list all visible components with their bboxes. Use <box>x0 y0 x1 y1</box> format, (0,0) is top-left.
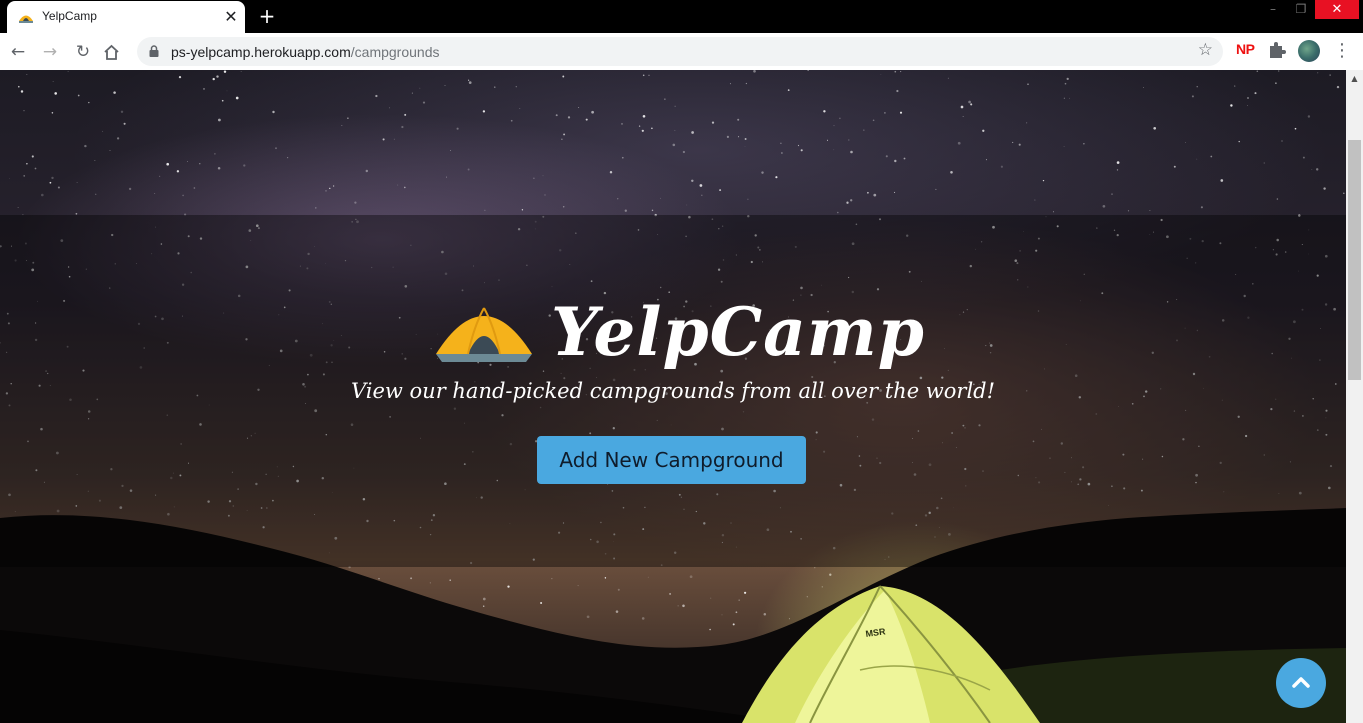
page-viewport: MSR YelpCamp View our hand-picked campgr… <box>0 70 1346 723</box>
scrollbar-thumb[interactable] <box>1348 140 1361 380</box>
np-extension-icon[interactable]: NP <box>1236 41 1255 57</box>
home-icon[interactable] <box>103 44 120 61</box>
hero-subtitle: View our hand-picked campgrounds from al… <box>350 379 996 403</box>
browser-toolbar: ← → ↻ ps-yelpcamp.herokuapp.com/campgrou… <box>0 33 1363 70</box>
forward-arrow-icon[interactable]: → <box>37 39 63 65</box>
reload-icon[interactable]: ↻ <box>70 39 96 65</box>
scroll-up-arrow-icon[interactable]: ▲ <box>1346 70 1363 87</box>
close-tab-icon[interactable]: ✕ <box>221 7 241 27</box>
page-scrollbar[interactable]: ▲ <box>1346 70 1363 723</box>
tab-title: YelpCamp <box>42 9 97 23</box>
back-arrow-icon[interactable]: ← <box>5 39 31 65</box>
browser-tab[interactable]: YelpCamp ✕ <box>7 1 245 33</box>
window-close-icon[interactable]: ✕ <box>1315 0 1359 19</box>
hero-title-row: YelpCamp <box>434 288 924 378</box>
lock-icon <box>149 45 159 57</box>
star-icon[interactable]: ☆ <box>1198 40 1213 60</box>
puzzle-icon[interactable] <box>1267 40 1287 60</box>
chevron-up-icon <box>1292 677 1310 688</box>
tent-favicon-icon <box>19 15 33 23</box>
url-host: ps-yelpcamp.herokuapp.com <box>171 44 351 60</box>
maximize-icon[interactable]: ❐ <box>1286 0 1316 18</box>
minimize-icon[interactable]: – <box>1258 0 1288 18</box>
menu-dots-icon[interactable]: ⋮ <box>1333 38 1351 64</box>
browser-tab-strip: YelpCamp ✕ + – ❐ ✕ <box>0 0 1363 33</box>
scroll-to-top-button[interactable] <box>1276 658 1326 708</box>
url-text[interactable]: ps-yelpcamp.herokuapp.com/campgrounds <box>171 44 439 60</box>
tent-icon <box>436 307 532 362</box>
address-bar[interactable]: ps-yelpcamp.herokuapp.com/campgrounds ☆ <box>137 37 1223 66</box>
url-path: /campgrounds <box>350 44 440 60</box>
new-tab-button[interactable]: + <box>256 5 278 27</box>
hero-title: YelpCamp <box>551 293 925 371</box>
add-new-campground-button[interactable]: Add New Campground <box>537 436 806 484</box>
avatar[interactable] <box>1298 40 1320 62</box>
